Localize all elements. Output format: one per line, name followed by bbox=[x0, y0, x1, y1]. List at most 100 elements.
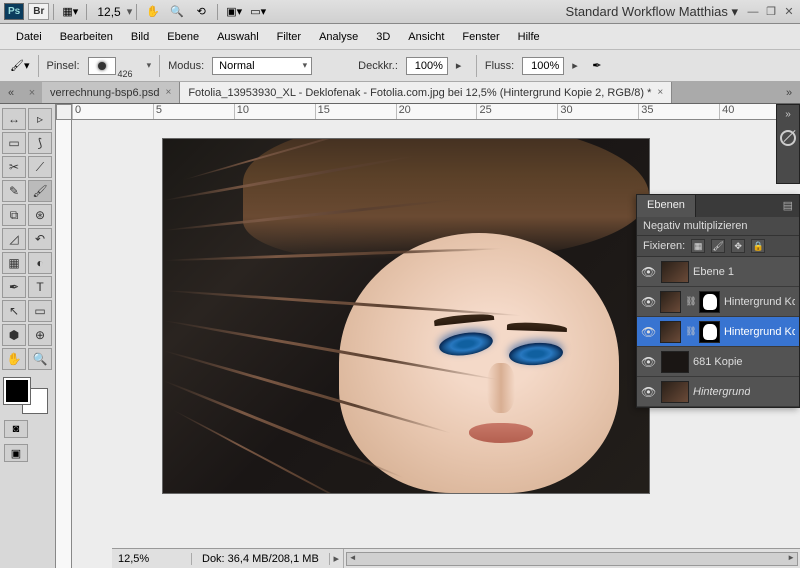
layer-row[interactable]: 👁 ⛓ Hintergrund Kopie 3 bbox=[637, 287, 799, 317]
layer-thumbnail[interactable] bbox=[660, 321, 681, 343]
lock-pixels-icon[interactable]: 🖌 bbox=[711, 239, 725, 253]
viewmode-icon[interactable]: ▦▾ bbox=[58, 2, 82, 22]
brush-preview[interactable] bbox=[88, 57, 116, 75]
ruler-origin[interactable] bbox=[56, 104, 72, 120]
horizontal-scrollbar[interactable] bbox=[346, 552, 798, 566]
eraser-tool[interactable]: ◿ bbox=[2, 228, 26, 250]
layer-thumbnail[interactable] bbox=[661, 381, 689, 403]
layer-name-label[interactable]: Hintergrund bbox=[693, 386, 750, 398]
restore-icon[interactable]: ❐ bbox=[764, 5, 778, 19]
visibility-eye-icon[interactable]: 👁 bbox=[641, 265, 657, 279]
brush-tool[interactable]: 🖌 bbox=[28, 180, 52, 202]
screen-mode-toggle-icon[interactable]: ▣ bbox=[4, 444, 28, 462]
airbrush-icon[interactable]: ✒ bbox=[592, 59, 601, 72]
foreground-color-swatch[interactable] bbox=[4, 378, 30, 404]
visibility-eye-icon[interactable]: 👁 bbox=[641, 295, 656, 309]
lock-transparency-icon[interactable]: ▦ bbox=[691, 239, 705, 253]
layer-blend-mode-dropdown[interactable]: Negativ multiplizieren bbox=[643, 220, 793, 232]
layer-row[interactable]: 👁 ⛓ Hintergrund Kopie 2 bbox=[637, 317, 799, 347]
visibility-eye-icon[interactable]: 👁 bbox=[641, 385, 657, 399]
history-brush-tool[interactable]: ↶ bbox=[28, 228, 52, 250]
status-info-flyout-icon[interactable]: ▸ bbox=[330, 549, 344, 568]
pen-tool[interactable]: ✒ bbox=[2, 276, 26, 298]
tab-close-icon[interactable]: × bbox=[165, 87, 171, 98]
layer-row[interactable]: 👁 Hintergrund bbox=[637, 377, 799, 407]
flow-field[interactable]: 100% bbox=[522, 57, 564, 75]
arrange-docs-icon[interactable]: ▣▾ bbox=[222, 2, 246, 22]
zoom-tool[interactable]: 🔍 bbox=[28, 348, 52, 370]
layer-name-label[interactable]: 681 Kopie bbox=[693, 356, 743, 368]
layers-tab[interactable]: Ebenen bbox=[637, 195, 696, 217]
layer-thumbnail[interactable] bbox=[661, 351, 689, 373]
menu-ansicht[interactable]: Ansicht bbox=[400, 28, 452, 46]
close-icon[interactable]: ✕ bbox=[782, 5, 796, 19]
document-tab-2[interactable]: Fotolia_13953930_XL - Deklofenak - Fotol… bbox=[180, 82, 672, 103]
layer-mask-link-icon[interactable]: ⛓ bbox=[685, 296, 695, 307]
quick-select-tool[interactable]: ⟋ bbox=[28, 156, 52, 178]
opacity-field[interactable]: 100% bbox=[406, 57, 448, 75]
brush-picker-chevron-icon[interactable]: ▾ bbox=[147, 60, 152, 71]
flow-flyout-icon[interactable]: ▸ bbox=[572, 59, 584, 72]
dodge-tool[interactable]: ◐ bbox=[28, 252, 52, 274]
menu-analyse[interactable]: Analyse bbox=[311, 28, 366, 46]
tab-close-icon[interactable]: × bbox=[657, 87, 663, 98]
layers-panel[interactable]: Ebenen ▤ Negativ multiplizieren Fixieren… bbox=[636, 194, 800, 408]
opacity-flyout-icon[interactable]: ▸ bbox=[456, 59, 468, 72]
hand-tool-icon[interactable]: ✋ bbox=[141, 2, 165, 22]
path-select-tool[interactable]: ↖ bbox=[2, 300, 26, 322]
tool-preset-icon[interactable]: 🖌▾ bbox=[10, 59, 30, 72]
eyedropper-tool[interactable]: ✎ bbox=[2, 180, 26, 202]
lasso-tool[interactable]: ⟆ bbox=[28, 132, 52, 154]
menu-fenster[interactable]: Fenster bbox=[454, 28, 507, 46]
menu-bild[interactable]: Bild bbox=[123, 28, 157, 46]
tab-close-prev[interactable]: × bbox=[22, 82, 42, 103]
visibility-eye-icon[interactable]: 👁 bbox=[641, 355, 657, 369]
layer-mask-thumbnail[interactable] bbox=[699, 291, 720, 313]
document-tab-1[interactable]: verrechnung-bsp6.psd × bbox=[42, 82, 180, 103]
tabs-scroll-left-icon[interactable]: « bbox=[0, 82, 22, 103]
lock-position-icon[interactable]: ✥ bbox=[731, 239, 745, 253]
layer-row[interactable]: 👁Ebene 1 bbox=[637, 257, 799, 287]
blend-mode-dropdown[interactable]: Normal bbox=[212, 57, 312, 75]
menu-filter[interactable]: Filter bbox=[269, 28, 309, 46]
ps-logo-icon[interactable]: Ps bbox=[4, 3, 24, 20]
gradient-tool[interactable]: ▦ bbox=[2, 252, 26, 274]
3d-camera-tool[interactable]: ⊕ bbox=[28, 324, 52, 346]
collapsed-panel-dock[interactable]: » bbox=[776, 104, 800, 184]
layer-thumbnail[interactable] bbox=[661, 261, 689, 283]
clone-stamp-tool[interactable]: ⧉ bbox=[2, 204, 26, 226]
screen-mode-icon[interactable]: ▭▾ bbox=[246, 2, 270, 22]
hand-tool[interactable]: ✋ bbox=[2, 348, 26, 370]
layer-mask-thumbnail[interactable] bbox=[699, 321, 720, 343]
layer-name-label[interactable]: Hintergrund Kopie 2 bbox=[724, 326, 795, 338]
layer-mask-link-icon[interactable]: ⛓ bbox=[685, 326, 695, 337]
color-swatches[interactable] bbox=[2, 376, 50, 416]
color-panel-icon[interactable] bbox=[780, 130, 796, 146]
crop-tool[interactable]: ✂ bbox=[2, 156, 26, 178]
tabs-scroll-right-icon[interactable]: » bbox=[778, 82, 800, 103]
lock-all-icon[interactable]: 🔒 bbox=[751, 239, 765, 253]
menu-datei[interactable]: Datei bbox=[8, 28, 50, 46]
zoom-tool-icon[interactable]: 🔍 bbox=[165, 2, 189, 22]
minimize-icon[interactable]: — bbox=[746, 5, 760, 19]
3d-tool[interactable]: ⬢ bbox=[2, 324, 26, 346]
visibility-eye-icon[interactable]: 👁 bbox=[641, 325, 656, 339]
menu-ebene[interactable]: Ebene bbox=[159, 28, 207, 46]
document-canvas[interactable] bbox=[162, 138, 650, 494]
direct-select-tool[interactable]: ▹ bbox=[28, 108, 52, 130]
rotate-view-icon[interactable]: ⟲ bbox=[189, 2, 213, 22]
expand-panels-icon[interactable]: » bbox=[777, 105, 799, 120]
horizontal-ruler[interactable]: 0 5 10 15 20 25 30 35 40 bbox=[72, 104, 800, 120]
menu-auswahl[interactable]: Auswahl bbox=[209, 28, 267, 46]
vertical-ruler[interactable] bbox=[56, 120, 72, 568]
layer-row[interactable]: 👁 681 Kopie bbox=[637, 347, 799, 377]
quick-mask-icon[interactable]: ◙ bbox=[4, 420, 28, 438]
layer-name-label[interactable]: Hintergrund Kopie 3 bbox=[724, 296, 795, 308]
menu-bearbeiten[interactable]: Bearbeiten bbox=[52, 28, 121, 46]
status-zoom-field[interactable]: 12,5% bbox=[112, 553, 192, 565]
move-tool[interactable]: ↔ bbox=[2, 108, 26, 130]
type-tool[interactable]: T bbox=[28, 276, 52, 298]
panel-menu-icon[interactable]: ▤ bbox=[777, 195, 799, 217]
marquee-tool[interactable]: ▭ bbox=[2, 132, 26, 154]
menu-hilfe[interactable]: Hilfe bbox=[510, 28, 548, 46]
